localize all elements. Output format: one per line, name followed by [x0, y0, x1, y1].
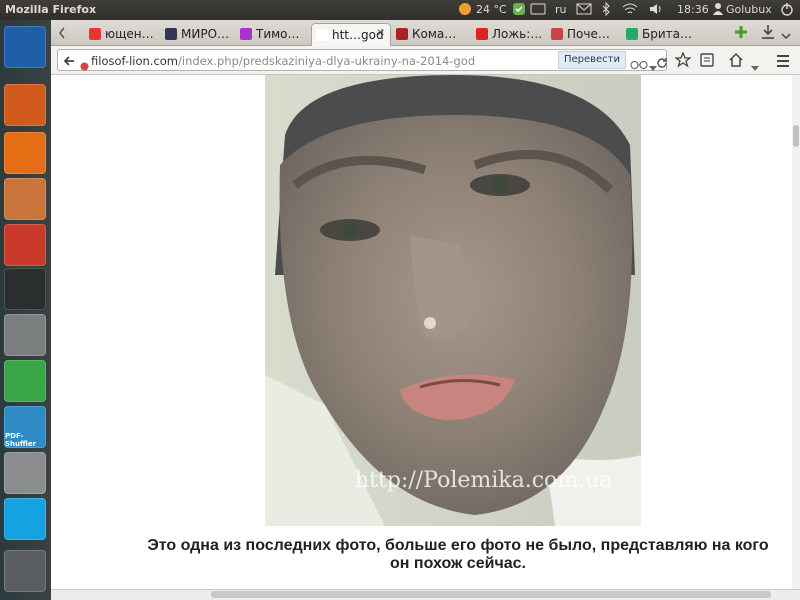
tab-favicon-icon: [476, 28, 488, 40]
image-viewer-icon[interactable]: [4, 178, 46, 220]
tab-strip: ющен… МИРО… Тимо… htt…god ✕ Кома… Ложь:… Поче… Б…: [51, 20, 800, 46]
keyboard-icon[interactable]: [530, 2, 546, 19]
tab[interactable]: Кома…: [392, 23, 471, 46]
tab-label: Брита…: [642, 27, 692, 41]
portrait-illustration: http://Polemika.com.ua: [265, 75, 641, 526]
trash-icon[interactable]: [4, 550, 46, 592]
bookmarks-menu-icon[interactable]: [700, 52, 714, 72]
tab-close-icon[interactable]: ✕: [377, 28, 385, 39]
tab[interactable]: Ложь:…: [472, 23, 546, 46]
reload-icon[interactable]: [656, 54, 668, 73]
software-updater-icon[interactable]: [512, 2, 526, 19]
translate-button[interactable]: Перевести: [558, 51, 626, 69]
tab-label: Тимо…: [256, 27, 300, 41]
clock[interactable]: 18:36: [677, 3, 709, 16]
url-path: /index.php/predskaziniya-dlya-ukrainy-na…: [178, 54, 476, 68]
user-name[interactable]: Golubux: [726, 3, 772, 16]
tab-label: Поче…: [567, 27, 610, 41]
tab[interactable]: ющен…: [85, 23, 160, 46]
portrait-photo: http://Polemika.com.ua: [265, 75, 641, 526]
tab[interactable]: Тимо…: [236, 23, 310, 46]
menu-hamburger-icon[interactable]: [776, 53, 790, 72]
keyboard-layout[interactable]: ru: [555, 3, 567, 16]
reader-glasses-icon[interactable]: [630, 55, 648, 74]
pie-chart-app-icon[interactable]: [4, 224, 46, 266]
tab-label: Ложь:…: [492, 27, 543, 41]
app-title: Mozilla Firefox: [5, 3, 97, 16]
horizontal-scrollbar-thumb[interactable]: [211, 591, 771, 598]
home-dropdown-icon[interactable]: [751, 57, 759, 76]
user-icon[interactable]: [712, 2, 724, 19]
site-favicon-icon: [80, 56, 89, 75]
weather-icon[interactable]: [458, 2, 472, 19]
mail-icon[interactable]: [576, 2, 592, 19]
calculator-icon[interactable]: [4, 452, 46, 494]
skype-icon[interactable]: [4, 498, 46, 540]
launcher-item-label: PDF-Shuffler: [5, 432, 37, 448]
tab-favicon-icon: [316, 29, 328, 41]
camera-icon[interactable]: [4, 314, 46, 356]
tab[interactable]: Поче…: [547, 23, 621, 46]
tab-favicon-icon: [240, 28, 252, 40]
tab[interactable]: МИРО…: [161, 23, 235, 46]
weather-temperature[interactable]: 24 °C: [476, 3, 507, 16]
recycle-icon[interactable]: [4, 360, 46, 402]
tab[interactable]: htt…god ✕: [311, 23, 391, 46]
url-text[interactable]: filosof-lion.com/index.php/predskaziniya…: [91, 54, 475, 68]
home-icon[interactable]: [728, 52, 744, 72]
tab-scroll-left-icon[interactable]: [57, 25, 67, 44]
download-icon[interactable]: [761, 24, 775, 44]
tab-list-icon[interactable]: [781, 26, 791, 45]
new-tab-icon[interactable]: [733, 24, 749, 44]
back-icon[interactable]: [62, 53, 76, 72]
tab-label: МИРО…: [181, 27, 230, 41]
tab-favicon-icon: [396, 28, 408, 40]
tab-favicon-icon: [626, 28, 638, 40]
page-content: http://Polemika.com.ua Это одна из после…: [51, 75, 792, 589]
firefox-icon[interactable]: [4, 132, 46, 174]
horizontal-scrollbar[interactable]: [51, 589, 800, 600]
unity-launcher: PDF-Shuffler: [0, 20, 51, 600]
tab-favicon-icon: [551, 28, 563, 40]
bluetooth-icon[interactable]: [601, 1, 611, 19]
url-bar[interactable]: filosof-lion.com/index.php/predskaziniya…: [57, 49, 667, 71]
photo-watermark: http://Polemika.com.ua: [355, 468, 612, 493]
software-center-bag-icon[interactable]: [4, 84, 46, 126]
power-icon[interactable]: [780, 2, 794, 19]
vertical-scrollbar[interactable]: [792, 75, 800, 589]
tab-label: Кома…: [412, 27, 457, 41]
system-monitor-icon[interactable]: [4, 268, 46, 310]
bookmark-star-icon[interactable]: [674, 51, 692, 72]
top-panel: Mozilla Firefox 24 °C ru 18:36 Golubux: [0, 0, 800, 20]
navigation-toolbar: filosof-lion.com/index.php/predskaziniya…: [51, 46, 800, 75]
pdf-shuffler-icon[interactable]: PDF-Shuffler: [4, 406, 46, 448]
volume-icon[interactable]: [648, 2, 664, 19]
wifi-icon[interactable]: [622, 2, 638, 19]
tab-favicon-icon: [165, 28, 177, 40]
writer-document-icon[interactable]: [4, 26, 46, 68]
tab[interactable]: Брита…: [622, 23, 697, 46]
tab-label: ющен…: [105, 27, 154, 41]
tab-favicon-icon: [89, 28, 101, 40]
vertical-scrollbar-thumb[interactable]: [793, 125, 799, 147]
url-domain: filosof-lion.com: [91, 54, 179, 68]
photo-caption: Это одна из последних фото, больше его ф…: [147, 537, 769, 572]
